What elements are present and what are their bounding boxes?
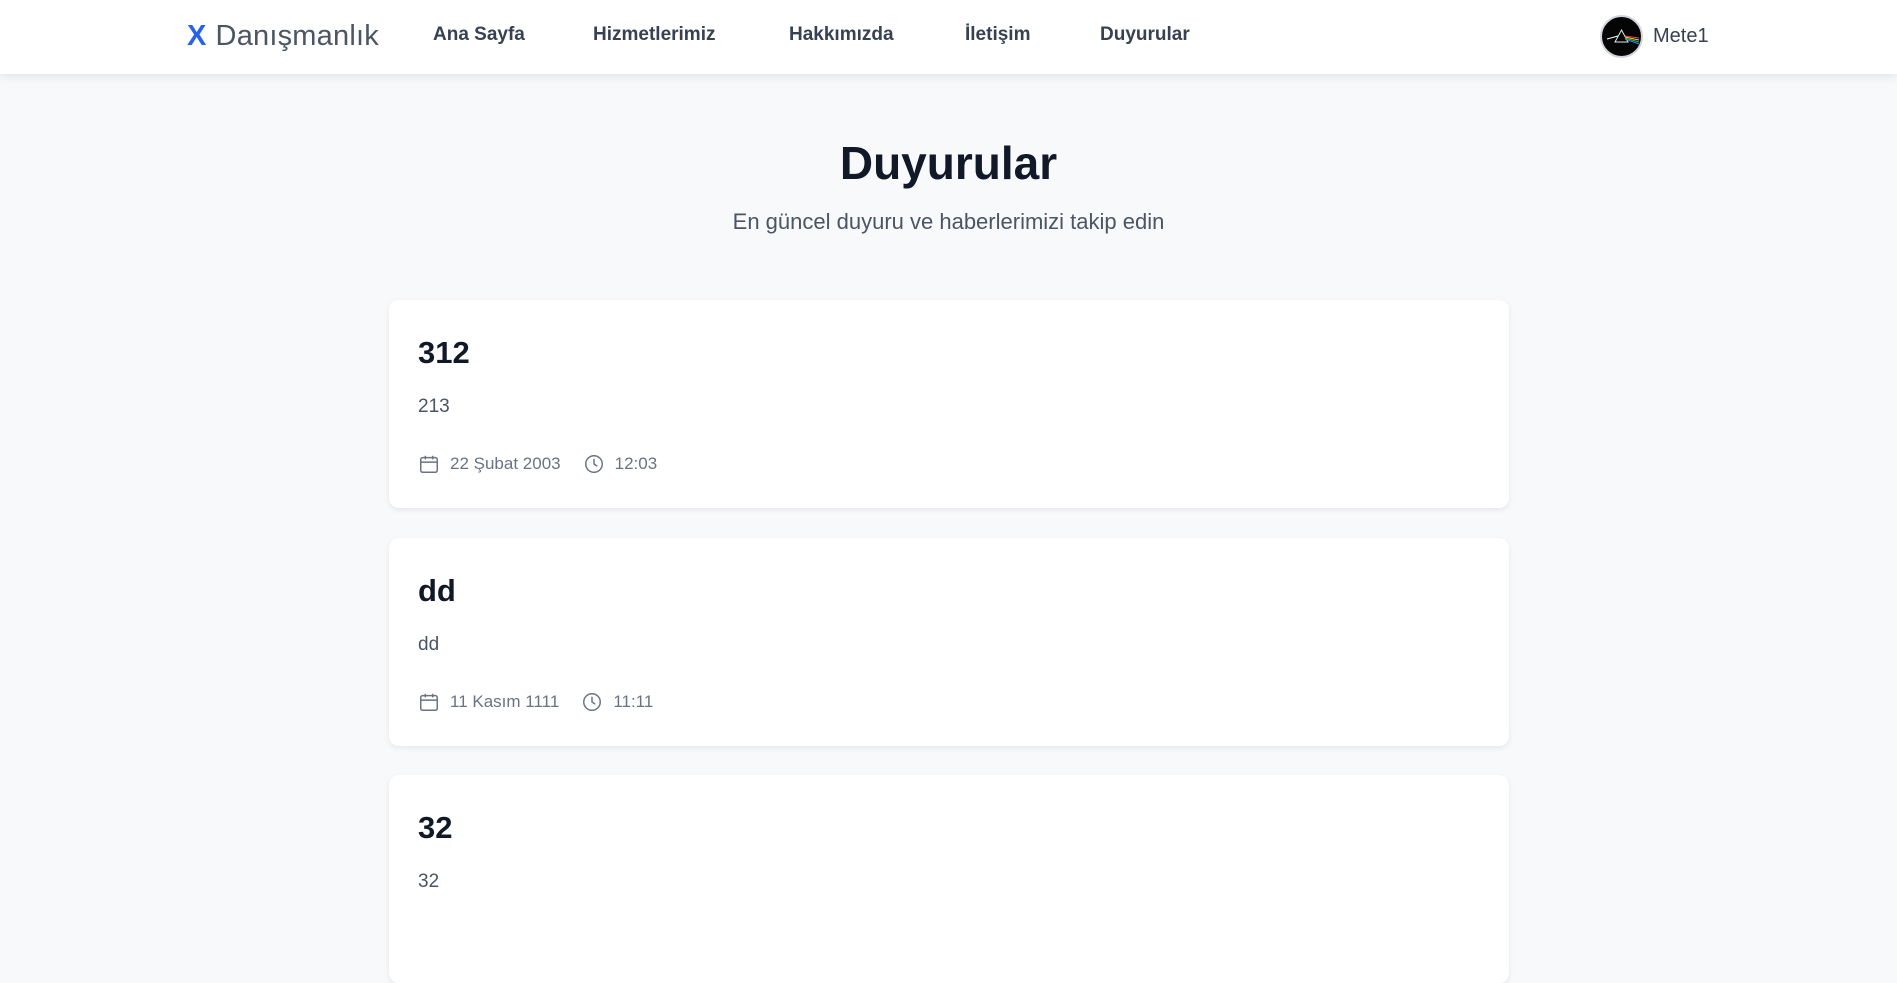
announcement-body: 213 [418, 396, 450, 417]
user-avatar[interactable] [1600, 14, 1643, 58]
page-subtitle: En güncel duyuru ve haberlerimizi takip … [732, 209, 1165, 234]
announcement-title: dd [418, 573, 456, 608]
nav-link-iletisim[interactable]: İletişim [965, 24, 1030, 46]
announcement-time: 11:11 [613, 692, 654, 711]
nav-link-ana-sayfa[interactable]: Ana Sayfa [433, 24, 525, 46]
announcement-date: 11 Kasım 1111 [450, 692, 560, 711]
calendar-icon [420, 693, 438, 711]
announcement-card[interactable]: dd dd 11 Kasım 1111 11:11 [389, 538, 1509, 746]
prism-avatar-icon [1606, 28, 1640, 44]
brand-logo[interactable]: X Danışmanlık [187, 18, 379, 54]
announcement-card[interactable]: 32 32 [389, 775, 1509, 983]
brand-name: Danışmanlık [215, 19, 379, 52]
announcement-meta: 11 Kasım 1111 11:11 [418, 690, 653, 714]
nav-link-hakkimizda[interactable]: Hakkımızda [789, 24, 894, 46]
nav-link-hizmetlerimiz[interactable]: Hizmetlerimiz [593, 24, 715, 46]
page-title: Duyurular [839, 137, 1058, 189]
announcement-title: 312 [418, 335, 470, 370]
announcement-body: dd [418, 634, 440, 655]
nav-link-duyurular[interactable]: Duyurular [1100, 24, 1190, 46]
clock-icon [584, 455, 603, 473]
announcement-time: 12:03 [614, 454, 658, 473]
clock-icon [583, 693, 602, 711]
user-name: Mete1 [1653, 24, 1709, 47]
calendar-icon [420, 455, 438, 473]
announcement-card[interactable]: 312 213 22 Şubat 2003 12:03 [389, 300, 1509, 508]
announcement-title: 32 [418, 810, 453, 845]
announcement-meta: 22 Şubat 2003 12:03 [418, 452, 657, 476]
announcement-date: 22 Şubat 2003 [450, 454, 561, 473]
announcement-body: 32 [418, 871, 440, 892]
brand-mark: X [187, 19, 207, 52]
top-navbar: X Danışmanlık Ana Sayfa Hizmetlerimiz Ha… [0, 0, 1897, 74]
user-menu[interactable]: Mete1 [1600, 14, 1709, 58]
